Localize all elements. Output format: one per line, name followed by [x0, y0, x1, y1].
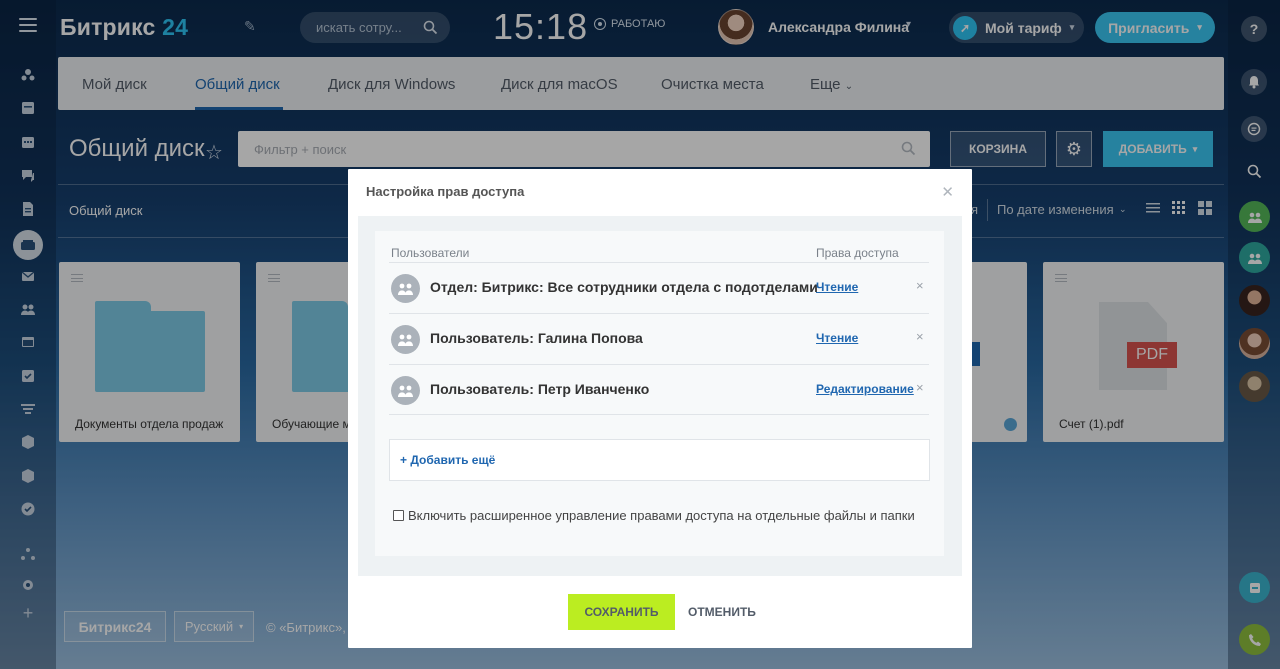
remove-icon[interactable]: × — [916, 329, 924, 344]
add-more-link[interactable]: + Добавить ещё — [400, 453, 495, 467]
entity-name: Отдел: Битрикс: Все сотрудники отдела с … — [430, 279, 818, 295]
dialog-body: Пользователи Права доступа Отдел: Битрик… — [358, 216, 962, 576]
access-right-link[interactable]: Редактирование — [816, 382, 914, 396]
remove-icon[interactable]: × — [916, 380, 924, 395]
dialog-title: Настройка прав доступа — [366, 184, 525, 199]
group-icon — [391, 325, 420, 354]
close-icon[interactable]: ✕ — [941, 183, 954, 201]
cancel-button[interactable]: ОТМЕНИТЬ — [688, 594, 756, 630]
table-row: Пользователь: Петр Иванченко Редактирова… — [389, 364, 929, 415]
extended-rights-checkbox[interactable] — [393, 510, 404, 521]
entity-name: Пользователь: Галина Попова — [430, 330, 643, 346]
group-icon — [391, 376, 420, 405]
access-rights-dialog: Настройка прав доступа ✕ Пользователи Пр… — [348, 169, 972, 648]
column-header-rights: Права доступа — [816, 246, 899, 260]
access-right-link[interactable]: Чтение — [816, 280, 858, 294]
column-header-users: Пользователи — [391, 246, 470, 260]
add-more-box[interactable]: + Добавить ещё — [389, 439, 930, 481]
table-row: Отдел: Битрикс: Все сотрудники отдела с … — [389, 262, 929, 313]
entity-name: Пользователь: Петр Иванченко — [430, 381, 650, 397]
group-icon — [391, 274, 420, 303]
remove-icon[interactable]: × — [916, 278, 924, 293]
rights-table: Пользователи Права доступа Отдел: Битрик… — [375, 231, 944, 556]
access-right-link[interactable]: Чтение — [816, 331, 858, 345]
extended-rights-label[interactable]: Включить расширенное управление правами … — [408, 508, 915, 523]
table-row: Пользователь: Галина Попова Чтение × — [389, 313, 929, 364]
save-button[interactable]: СОХРАНИТЬ — [568, 594, 675, 630]
extended-rights-option[interactable]: Включить расширенное управление правами … — [393, 508, 915, 523]
